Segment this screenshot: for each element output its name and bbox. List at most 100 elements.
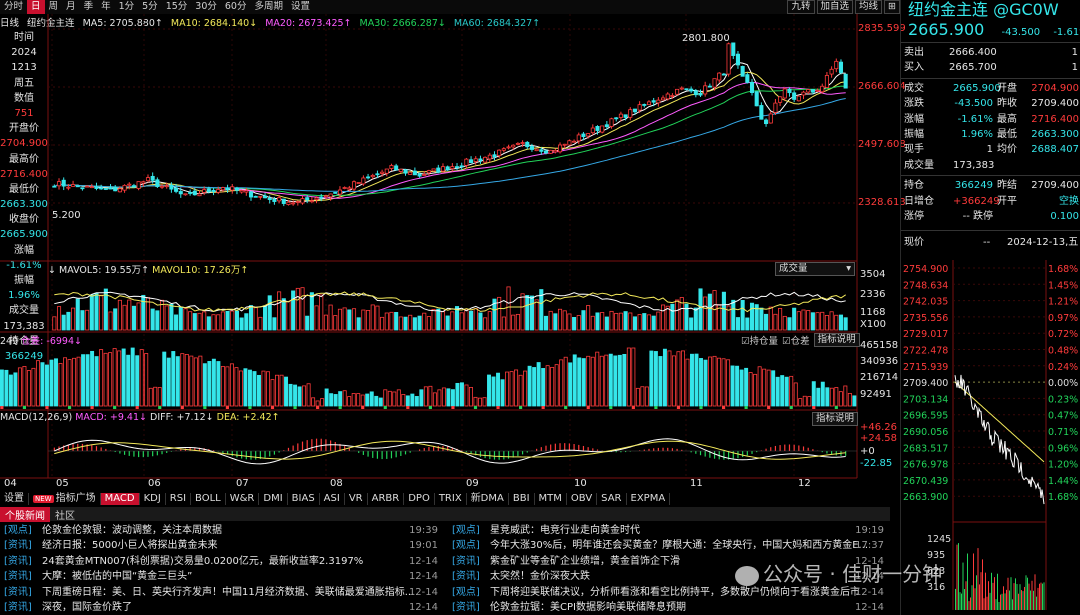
indicator-tab-19[interactable]: EXPMA (627, 493, 671, 505)
indicator-tab-14[interactable]: 新DMA (467, 493, 509, 505)
indicator-tab-16[interactable]: MTM (535, 493, 567, 505)
oi-bar (807, 396, 812, 407)
intraday-vol-bar (1039, 583, 1040, 610)
volume-bar (295, 287, 300, 331)
news-tab-0[interactable]: 个股新闻 (0, 506, 50, 522)
indicator-tab-11[interactable]: ARBR (368, 493, 405, 505)
news-item[interactable]: [观点] 伦敦金伦敦银：波动调整，关注本周数据 19:39 (4, 523, 442, 539)
oi-diff-bar (609, 406, 613, 409)
news-item[interactable]: [资讯] 深夜，国际金价跌了 12-14 (4, 600, 442, 615)
volume-bar (637, 314, 642, 331)
candle-body (600, 125, 605, 133)
indicator-tab-0[interactable]: 设置 (0, 493, 29, 505)
ma30-line (54, 85, 846, 197)
candle-body (300, 198, 305, 204)
intraday-pct-label: 1.68% (1048, 264, 1078, 275)
indicator-tab-4[interactable]: RSI (166, 493, 192, 505)
news-item[interactable]: [资讯] 下周重磅日程：美、日、英央行齐发声！中国11月经济数据、美联储最爱通胀指… (4, 585, 442, 601)
volume-bar (693, 307, 698, 331)
volume-bar (436, 308, 441, 331)
indicator-tab-18[interactable]: SAR (597, 493, 627, 505)
oi-bar (838, 391, 843, 407)
news-item[interactable]: [资讯] 经济日报：5000小巨人将探出黄金未来 19:01 (4, 538, 442, 554)
news-item[interactable]: [资讯] 伦敦金拉锯：美CPI数据影响美联储降息预期 12-14 (452, 600, 888, 615)
oi-bar (735, 365, 740, 407)
candle-body (225, 188, 230, 190)
indicator-tab-17[interactable]: OBV (567, 493, 598, 505)
wechat-icon (735, 565, 759, 586)
oi-diff-bar (789, 406, 793, 409)
intraday-price-label: 2754.900 (903, 264, 948, 275)
diff-toggle[interactable]: ☑仓差 (782, 333, 810, 347)
macd-explain-button[interactable]: 指标说明 (812, 412, 859, 426)
news-tab-1[interactable]: 社区 (50, 507, 80, 522)
volume-bar (581, 310, 586, 331)
news-item[interactable]: [资讯] 大摩：被低估的中国“黄金三巨头” 12-14 (4, 569, 442, 585)
oi-bar (365, 393, 370, 407)
volume-bar (178, 306, 183, 331)
oi-bar (834, 387, 839, 407)
quote-row: 涨跌 -43.500 昨收 2709.400 (904, 98, 1079, 110)
oi-bar (500, 379, 505, 407)
indicator-tab-6[interactable]: W&R (226, 493, 260, 505)
volume-bar (244, 313, 249, 331)
candle-body (197, 193, 202, 197)
indicator-tab-5[interactable]: BOLL (191, 493, 226, 505)
oi-bar (802, 395, 807, 407)
news-tag: [资讯] (452, 555, 480, 567)
oi-bar (256, 374, 261, 407)
indicator-tab-3[interactable]: KDJ (140, 493, 166, 505)
intraday-vol-bar (1004, 593, 1006, 610)
oi-bar (266, 371, 270, 407)
indicator-tab-12[interactable]: DPO (404, 493, 435, 505)
indicator-tab-7[interactable]: DMI (259, 493, 288, 505)
candle-body (272, 199, 277, 202)
indicator-tab-15[interactable]: BBI (509, 493, 535, 505)
indicator-tab-10[interactable]: VR (345, 493, 368, 505)
intraday-vol-bar (1036, 596, 1037, 610)
oi-diff-bar (744, 406, 748, 409)
volume-bar (408, 314, 413, 331)
quote-row: 日增仓 +366249 开平 空换 (904, 195, 1079, 207)
indicator-tab-13[interactable]: TRIX (435, 493, 467, 505)
news-tag: [资讯] (452, 571, 480, 583)
news-item[interactable]: [资讯] 24套黄金MTN007(科创票据)交易量0.0200亿元，最新收益率2.… (4, 554, 442, 570)
volume-dropdown[interactable]: 成交量 ▾ (775, 262, 855, 276)
volume-bar (216, 314, 221, 331)
oi-bar (153, 386, 158, 407)
oi-diff-bar (248, 406, 252, 409)
news-title: 今年大涨30%后，明年谁还会买黄金？摩根大通：全球央行，中国大妈和西方黄金E..… (490, 540, 869, 552)
indicator-tab-8[interactable]: BIAS (288, 493, 320, 505)
volume-bar (632, 316, 637, 331)
checkbox-icon: ☑ (741, 336, 750, 347)
indicator-tab-1[interactable]: NEW 指标广场 (29, 493, 101, 505)
intraday-pct-label: 1.20% (1048, 460, 1078, 471)
oi-bar (184, 354, 189, 407)
volume-bar (511, 314, 516, 331)
candle-body (56, 181, 62, 187)
oi-bar (85, 354, 90, 407)
oi-bar (220, 366, 225, 407)
candle-body (164, 185, 169, 188)
indicator-tab-9[interactable]: ASI (320, 493, 345, 505)
oi-diff-bar (699, 406, 703, 409)
volume-bar (778, 307, 783, 331)
oi-explain-button[interactable]: 指标说明 (813, 333, 860, 347)
oi-bar (175, 356, 180, 407)
news-item[interactable]: [观点] 今年大涨30%后，明年谁还会买黄金？摩根大通：全球央行，中国大妈和西方黄… (452, 538, 888, 554)
volume-bar (712, 290, 717, 331)
oi-bar (505, 371, 510, 407)
volume-bar (665, 305, 670, 331)
indicator-tab-2[interactable]: MACD (100, 493, 140, 505)
volume-bar (707, 293, 712, 331)
candle-body (253, 195, 258, 198)
candle-body (305, 197, 310, 201)
oi-toggle[interactable]: ☑持仓量 (741, 333, 778, 347)
intraday-pct-label: 0.47% (1048, 411, 1078, 422)
intraday-vol-bar (1012, 599, 1013, 610)
news-item[interactable]: [观点] 星竞威武：电竞行业走向黄金时代 19:19 (452, 523, 888, 539)
candle-body (127, 183, 132, 186)
oi-bar (622, 353, 627, 407)
oi-diff-bar (45, 406, 49, 409)
intraday-price-label: 2729.017 (903, 329, 948, 340)
